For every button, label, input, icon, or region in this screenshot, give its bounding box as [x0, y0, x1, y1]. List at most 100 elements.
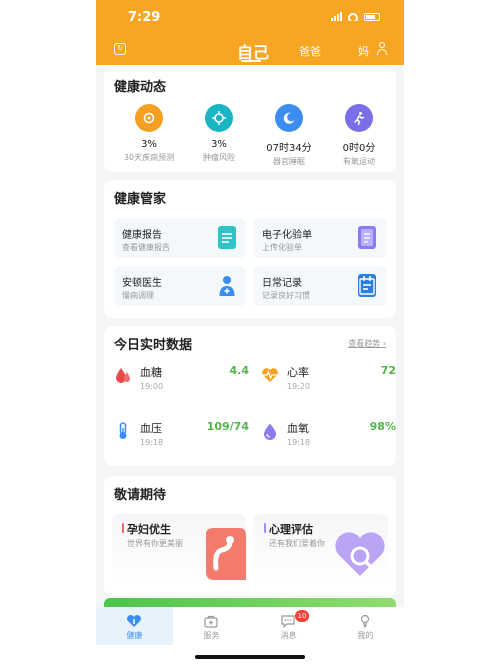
- tab-label: 服务: [203, 631, 220, 640]
- cellular-signal-icon: [331, 12, 342, 21]
- battery-icon: [364, 12, 380, 21]
- tab-label: 我的: [357, 631, 374, 640]
- tab-dad[interactable]: 爸爸: [299, 43, 321, 59]
- health-dynamics-title: 健康动态: [114, 80, 167, 95]
- stat-value: 0时0分: [342, 143, 376, 154]
- stat-value: 07时34分: [266, 143, 312, 154]
- metric-blood-oxygen[interactable]: 血氧 19:18 98%: [261, 418, 396, 458]
- tab-health[interactable]: 健康: [96, 607, 173, 645]
- phone-screen: 7:29 ↻ 自己 爸爸 妈 健康动态 3% 30天疾病预测 3% 肿瘤风险 0…: [96, 0, 404, 667]
- pregnancy-icon: [206, 528, 246, 580]
- tile-title: 日常记录: [262, 278, 302, 289]
- tile-doctor[interactable]: 安顿医生 慢病调理: [114, 266, 246, 306]
- realtime-data-card: 今日实时数据 查看趋势 › 血糖 19:00 4.4 心率 19:20 72 血…: [104, 326, 396, 466]
- lab-sheet-icon: [358, 226, 376, 249]
- realtime-data-title: 今日实时数据: [114, 338, 193, 353]
- stat-label: 肿瘤风险: [203, 153, 235, 162]
- message-icon: [281, 615, 295, 628]
- switch-member-icon[interactable]: ↻: [114, 43, 126, 55]
- metric-value: 4.4: [229, 364, 250, 377]
- tile-lab-sheet[interactable]: 电子化验单 上传化验单: [254, 218, 386, 258]
- status-bar: 7:29: [96, 10, 404, 26]
- thermometer-icon: [119, 422, 127, 439]
- stat-tumor-risk[interactable]: 3% 肿瘤风险: [184, 104, 254, 163]
- doctor-icon: [218, 274, 236, 297]
- moon-icon: [275, 104, 303, 132]
- service-bag-icon: [204, 615, 218, 628]
- tile-subtitle: 记录良好习惯: [262, 291, 310, 300]
- promo-accent-bar: [264, 523, 266, 533]
- oxygen-drop-icon: [264, 423, 276, 440]
- stat-value: 3%: [211, 139, 227, 150]
- app-header: 7:29 ↻ 自己 爸爸 妈: [96, 0, 404, 65]
- promo-subtitle: 世界有你更美丽: [127, 539, 183, 548]
- promo-subtitle: 还有我们爱着你: [269, 539, 325, 548]
- health-manager-card: 健康管家 健康报告 查看健康报告 电子化验单 上传化验单 安顿医生 慢病调理 日…: [104, 180, 396, 318]
- tab-label: 健康: [126, 631, 143, 640]
- promo-pregnancy[interactable]: 孕妇优生 世界有你更美丽: [112, 514, 246, 580]
- metric-time: 19:18: [287, 438, 311, 447]
- status-time: 7:29: [128, 10, 161, 25]
- tile-title: 安顿医生: [122, 278, 162, 289]
- heart-search-icon: [335, 532, 385, 576]
- person-icon[interactable]: [376, 42, 388, 56]
- tile-title: 电子化验单: [262, 230, 312, 241]
- health-manager-title: 健康管家: [114, 192, 167, 207]
- stat-label: 器官睡眠: [273, 157, 305, 166]
- metric-name: 血压: [140, 422, 162, 435]
- metric-time: 19:18: [140, 438, 164, 447]
- home-indicator[interactable]: [195, 655, 305, 659]
- metric-name: 心率: [287, 366, 309, 379]
- virus-icon: [205, 104, 233, 132]
- runner-icon: [345, 104, 373, 132]
- promo-title: 孕妇优生: [127, 523, 171, 536]
- promo-accent-bar: [122, 523, 124, 533]
- promo-title: 心理评估: [269, 523, 313, 536]
- wifi-icon: [348, 12, 358, 21]
- tile-daily-record[interactable]: 日常记录 记录良好习惯: [254, 266, 386, 306]
- heart-rate-icon: [262, 368, 278, 382]
- tab-label: 消息: [280, 631, 297, 640]
- metric-value: 109/74: [206, 420, 249, 433]
- metric-value: 98%: [369, 420, 396, 433]
- coming-soon-card: 敬请期待 孕妇优生 世界有你更美丽 心理评估 还有我们爱着你: [104, 476, 396, 596]
- profile-icon: [360, 614, 370, 628]
- tile-title: 健康报告: [122, 230, 162, 241]
- stat-label: 30天疾病预测: [123, 153, 175, 162]
- family-member-tabs: ↻ 自己 爸爸 妈: [96, 40, 404, 62]
- stat-value: 3%: [141, 139, 157, 150]
- tab-profile[interactable]: 我的: [327, 607, 404, 645]
- active-tab-underline: [241, 60, 261, 62]
- tab-service[interactable]: 服务: [173, 607, 250, 645]
- shield-icon: [135, 104, 163, 132]
- blood-drop-icon: [116, 368, 130, 383]
- stat-aerobic-exercise[interactable]: 0时0分 有氧运动: [324, 104, 394, 167]
- metric-time: 19:20: [287, 382, 311, 391]
- stat-label: 有氧运动: [343, 157, 375, 166]
- status-icons: [331, 12, 380, 21]
- tile-subtitle: 慢病调理: [122, 291, 154, 300]
- metric-name: 血糖: [140, 366, 162, 379]
- tile-health-report[interactable]: 健康报告 查看健康报告: [114, 218, 246, 258]
- tile-subtitle: 查看健康报告: [122, 243, 170, 252]
- stat-disease-prediction[interactable]: 3% 30天疾病预测: [114, 104, 184, 163]
- calendar-icon: [358, 274, 376, 297]
- metric-value: 72: [380, 364, 396, 377]
- messages-badge: 10: [295, 610, 309, 622]
- tab-mom[interactable]: 妈: [358, 43, 369, 59]
- stat-organ-sleep[interactable]: 07时34分 器官睡眠: [254, 104, 324, 167]
- health-dynamics-card: 健康动态 3% 30天疾病预测 3% 肿瘤风险 07时34分 器官睡眠 0时0分…: [104, 68, 396, 172]
- metric-blood-pressure[interactable]: 血压 19:18 109/74: [114, 418, 249, 458]
- coming-soon-title: 敬请期待: [114, 488, 167, 503]
- promo-psych-eval[interactable]: 心理评估 还有我们爱着你: [254, 514, 388, 580]
- metric-name: 血氧: [287, 422, 309, 435]
- view-trend-label: 查看趋势: [348, 339, 381, 348]
- tile-subtitle: 上传化验单: [262, 243, 302, 252]
- tab-messages[interactable]: 消息: [250, 607, 327, 645]
- health-home-icon: [127, 615, 141, 627]
- metric-blood-sugar[interactable]: 血糖 19:00 4.4: [114, 362, 249, 402]
- report-icon: [218, 226, 236, 249]
- metric-time: 19:00: [140, 382, 164, 391]
- metric-heart-rate[interactable]: 心率 19:20 72: [261, 362, 396, 402]
- view-trend-link[interactable]: 查看趋势 ›: [348, 338, 386, 349]
